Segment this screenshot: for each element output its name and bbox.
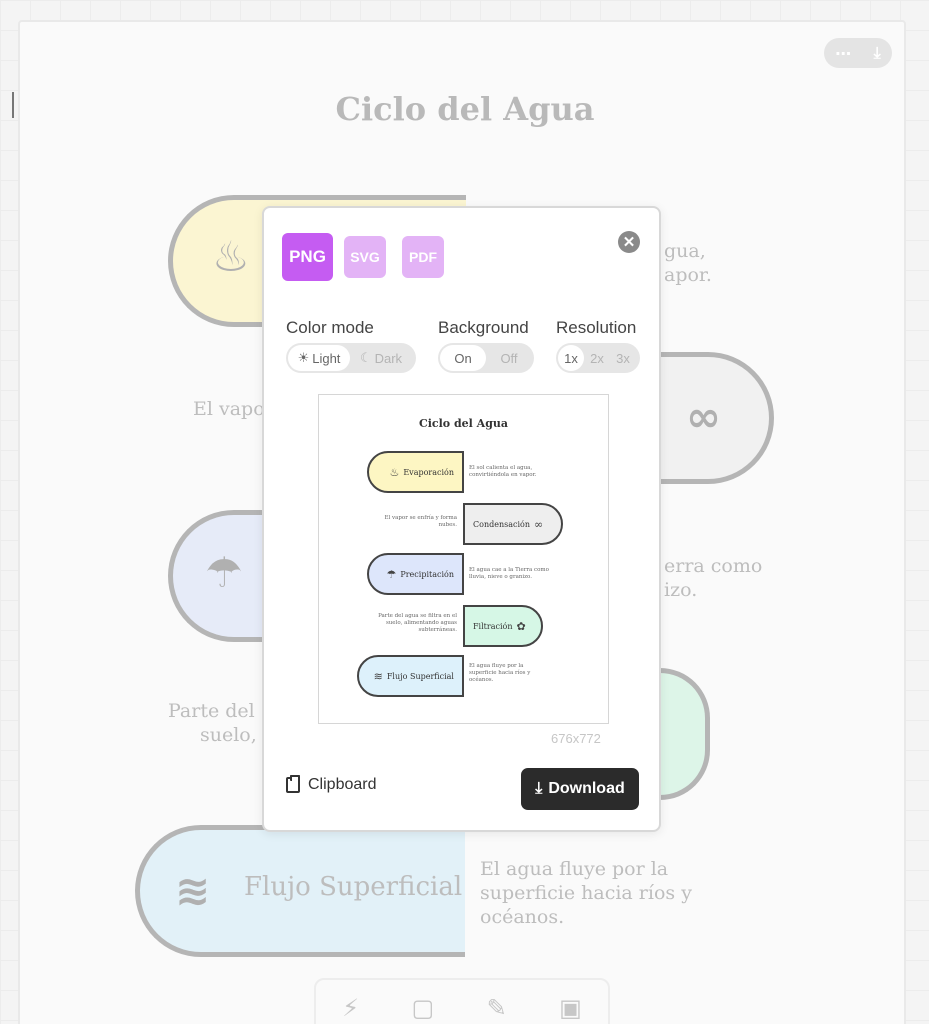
option-label: Light <box>312 350 341 366</box>
preview-step-evaporacion: ♨ Evaporación <box>367 451 464 493</box>
preview-step-flujo: ≋ Flujo Superficial <box>357 655 464 697</box>
molecule-icon: ∞ <box>686 392 721 441</box>
bg-text: izo. <box>664 579 698 601</box>
background-toggle: On Off <box>438 343 534 373</box>
background-on-option[interactable]: On <box>440 345 486 371</box>
format-pdf-button[interactable]: PDF <box>402 236 444 278</box>
sun-icon: ☀ <box>297 350 310 365</box>
step-desc: Parte del agua se filtra en el suelo, al… <box>378 613 457 633</box>
step-desc: El agua cae a la Tierra como lluvia, nie… <box>469 567 549 580</box>
moon-icon: ☾ <box>359 350 372 365</box>
clipboard-button[interactable]: Clipboard <box>286 775 377 794</box>
waves-icon: ≋ <box>373 669 383 683</box>
step-name: Precipitación <box>400 569 454 579</box>
bg-text: apor. <box>664 264 712 286</box>
step-desc: El vapor se enfría y forma nubes. <box>384 515 457 528</box>
background-label: Background <box>438 318 529 337</box>
step-name: Condensación <box>473 519 530 529</box>
step-name: Evaporación <box>403 467 454 477</box>
download-icon[interactable]: ⤓ <box>874 43 881 63</box>
bg-text: Parte del <box>168 700 255 722</box>
bg-text: suelo, <box>200 724 257 746</box>
preview-step-precipitacion: ☂ Precipitación <box>367 553 464 595</box>
pen-icon[interactable]: ✎ <box>487 994 507 1022</box>
step-desc: El agua fluye por la superficie hacia rí… <box>469 663 531 683</box>
canvas-title: Ciclo del Agua <box>335 90 595 128</box>
image-icon[interactable]: ▣ <box>559 994 582 1022</box>
bottom-toolbar: ⚡ ▢ ✎ ▣ <box>314 978 610 1024</box>
step-name: Flujo Superficial <box>386 671 454 681</box>
seedling-icon: ✿ <box>516 619 526 633</box>
preview-step-condensacion: Condensación ∞ <box>463 503 563 545</box>
bg-text: El agua fluye por la <box>480 858 669 880</box>
bg-text: El vapo <box>193 398 265 420</box>
bg-text: erra como <box>664 555 763 577</box>
export-modal: PNG SVG PDF ✕ Color mode Background Reso… <box>262 206 661 832</box>
resolution-label: Resolution <box>556 318 637 337</box>
step-desc: El sol calienta el agua, convirtiéndola … <box>469 465 537 478</box>
rain-cloud-icon: ☂ <box>205 548 243 597</box>
top-actions[interactable]: ⋯ ⤓ <box>824 38 892 68</box>
text-cursor <box>12 92 14 118</box>
preview-step-filtracion: Filtración ✿ <box>463 605 543 647</box>
download-button[interactable]: ⤓ Download <box>521 768 639 810</box>
bg-text: océanos. <box>480 906 565 928</box>
bg-step-label: Flujo Superficial <box>244 872 463 902</box>
color-mode-label: Color mode <box>286 318 374 337</box>
molecule-icon: ∞ <box>533 517 544 531</box>
resolution-1x-option[interactable]: 1x <box>558 345 584 371</box>
format-svg-button[interactable]: SVG <box>344 236 386 278</box>
download-label: Download <box>548 780 625 797</box>
resolution-2x-option[interactable]: 2x <box>584 345 610 371</box>
rain-cloud-icon: ☂ <box>386 567 397 581</box>
color-mode-toggle: ☀ Light ☾ Dark <box>286 343 416 373</box>
resolution-3x-option[interactable]: 3x <box>610 345 636 371</box>
color-mode-light-option[interactable]: ☀ Light <box>288 345 350 371</box>
download-icon: ⤓ <box>535 780 543 797</box>
lightning-icon[interactable]: ⚡ <box>342 994 359 1022</box>
resolution-toggle: 1x 2x 3x <box>556 343 640 373</box>
bg-text: gua, <box>664 240 706 262</box>
preview-title: Ciclo del Agua <box>418 417 509 430</box>
bg-text: superficie hacia ríos y <box>480 882 692 904</box>
option-label: Dark <box>374 350 403 366</box>
steam-icon: ♨ <box>212 232 250 281</box>
clipboard-icon <box>286 775 300 793</box>
export-dimensions: 676x772 <box>551 731 601 746</box>
clipboard-label: Clipboard <box>308 776 377 793</box>
background-off-option[interactable]: Off <box>486 345 532 371</box>
export-preview: Ciclo del Agua ♨ Evaporación El sol cali… <box>318 394 609 724</box>
steam-icon: ♨ <box>389 465 400 479</box>
color-mode-dark-option[interactable]: ☾ Dark <box>350 345 412 371</box>
format-png-button[interactable]: PNG <box>282 233 333 281</box>
waves-icon: ≋ <box>175 866 211 915</box>
more-dots-icon[interactable]: ⋯ <box>835 44 851 63</box>
shape-icon[interactable]: ▢ <box>411 994 434 1022</box>
close-icon[interactable]: ✕ <box>618 231 640 253</box>
step-name: Filtración <box>473 621 513 631</box>
